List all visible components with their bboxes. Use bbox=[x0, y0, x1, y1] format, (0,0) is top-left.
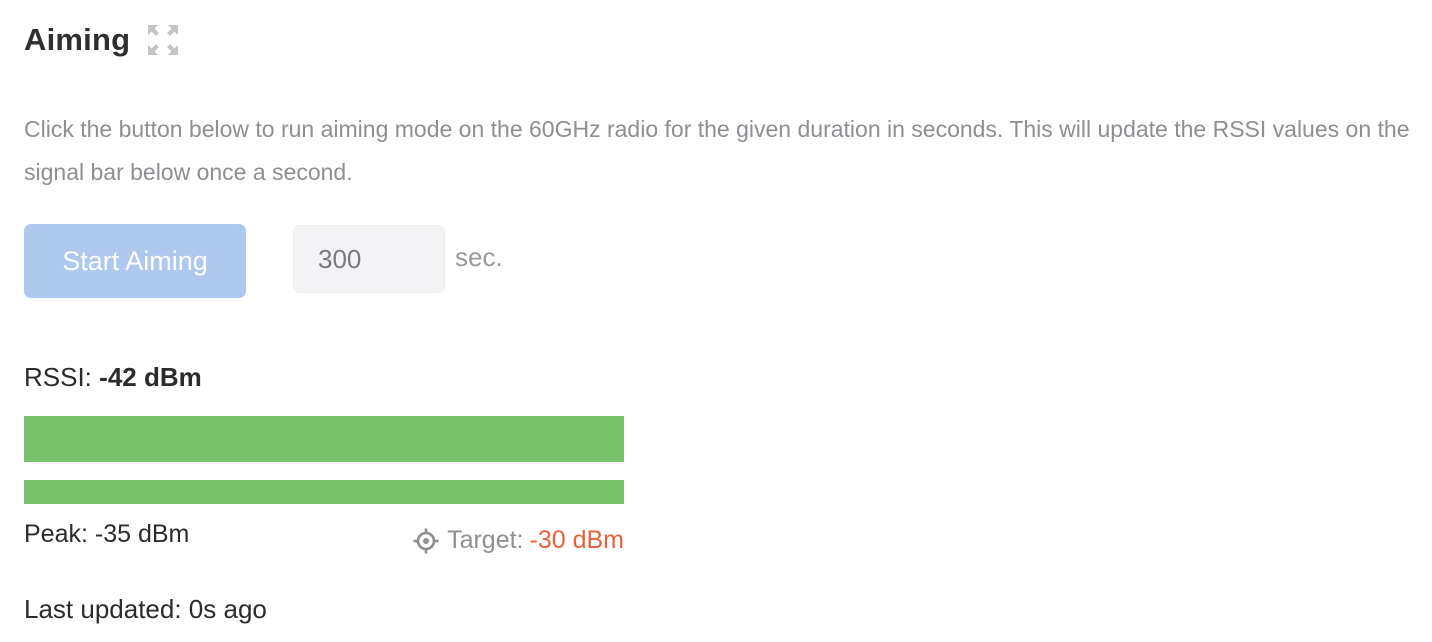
panel-header: Aiming bbox=[24, 22, 180, 58]
rssi-signal-bar bbox=[24, 416, 624, 462]
rssi-value: -42 dBm bbox=[99, 362, 202, 392]
peak-readout: Peak: -35 dBm bbox=[24, 520, 190, 548]
target-value: -30 dBm bbox=[529, 526, 624, 554]
last-updated-text: Last updated: 0s ago bbox=[24, 594, 267, 624]
page-title: Aiming bbox=[24, 22, 131, 57]
rssi-label: RSSI: bbox=[24, 362, 92, 392]
rssi-readout: RSSI: -42 dBm bbox=[24, 362, 202, 393]
target-readout: Target: -30 dBm bbox=[413, 526, 624, 555]
peak-signal-bar-fill bbox=[24, 480, 624, 504]
duration-unit: sec. bbox=[455, 242, 503, 272]
description-text: Click the button below to run aiming mod… bbox=[24, 116, 1410, 185]
duration-input[interactable] bbox=[293, 225, 445, 293]
rssi-signal-bar-fill bbox=[24, 416, 624, 462]
crosshair-icon bbox=[413, 528, 439, 554]
peak-signal-bar bbox=[24, 480, 624, 504]
target-label: Target: bbox=[447, 526, 524, 554]
start-aiming-button[interactable]: Start Aiming bbox=[24, 224, 246, 298]
expand-icon[interactable] bbox=[146, 23, 180, 57]
